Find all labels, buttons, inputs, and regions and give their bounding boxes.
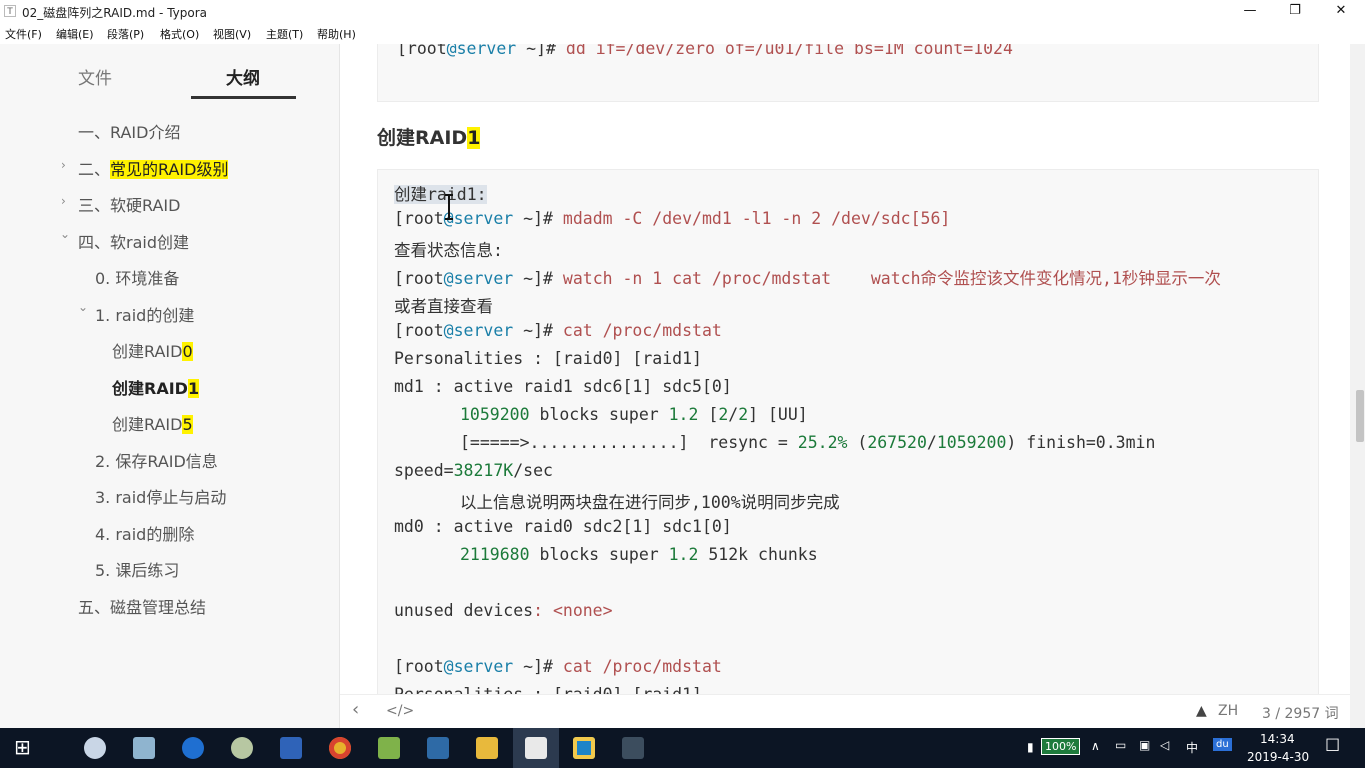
app-icon-4[interactable] bbox=[231, 737, 253, 759]
code-line: 2119680 blocks super 1.2 512k chunks bbox=[460, 545, 818, 564]
chevron-down-icon[interactable]: ⌄ bbox=[78, 300, 88, 314]
typora-icon[interactable] bbox=[525, 737, 547, 759]
file-explorer-icon[interactable] bbox=[476, 737, 498, 759]
outline-item-raid-intro[interactable]: 一、RAID介绍 bbox=[78, 119, 180, 143]
code-line: 创建raid1: bbox=[394, 185, 487, 204]
chevron-right-icon[interactable]: › bbox=[61, 158, 66, 172]
edge-browser-icon[interactable] bbox=[182, 737, 204, 759]
windows-start-icon[interactable]: ⊞ bbox=[14, 735, 31, 759]
typora-taskbar-slot[interactable] bbox=[513, 728, 559, 768]
window-title: 02_磁盘阵列之RAID.md - Typora bbox=[22, 6, 207, 20]
network-icon[interactable]: ▭ bbox=[1115, 738, 1126, 752]
tab-outline[interactable]: 大纲 bbox=[226, 64, 260, 89]
language-indicator[interactable]: ZH bbox=[1218, 703, 1238, 719]
code-line: [root@server ~]# cat /proc/mdstat bbox=[394, 321, 722, 340]
maximize-button[interactable]: ❐ bbox=[1272, 0, 1318, 22]
code-block-dd[interactable]: [root@server ~]# dd if=/dev/zero of=/u01… bbox=[377, 44, 1319, 102]
code-line: md1 : active raid1 sdc6[1] sdc5[0] bbox=[394, 377, 732, 396]
app-icon-2[interactable] bbox=[133, 737, 155, 759]
menu-help[interactable]: 帮助(H) bbox=[317, 26, 356, 42]
typora-app-icon: T bbox=[4, 5, 16, 17]
code-line: [root@server ~]# mdadm -C /dev/md1 -l1 -… bbox=[394, 209, 951, 228]
outline-item-soft-raid-create[interactable]: 四、软raid创建 bbox=[78, 229, 189, 253]
outline-item-create-raid0[interactable]: 创建RAID0 bbox=[112, 338, 193, 362]
code-line: [root@server ~]# watch -n 1 cat /proc/md… bbox=[394, 269, 1221, 288]
outline-item-env-prep[interactable]: 0. 环境准备 bbox=[95, 265, 179, 289]
outline-item-exercise[interactable]: 5. 课后练习 bbox=[95, 557, 179, 581]
app-icon-11[interactable] bbox=[573, 737, 595, 759]
app-icon-8[interactable] bbox=[427, 737, 449, 759]
menu-file[interactable]: 文件(F) bbox=[5, 26, 42, 42]
code-line: speed=38217K/sec bbox=[394, 461, 553, 480]
vertical-scrollbar[interactable] bbox=[1350, 44, 1365, 728]
outline-item-save-raid-info[interactable]: 2. 保存RAID信息 bbox=[95, 448, 218, 472]
volume-icon[interactable]: ◁ bbox=[1160, 738, 1169, 752]
notepad-icon[interactable] bbox=[378, 737, 400, 759]
menu-bar: 文件(F) 编辑(E) 段落(P) 格式(O) 视图(V) 主题(T) 帮助(H… bbox=[0, 22, 1365, 44]
outline-item-disk-summary[interactable]: 五、磁盘管理总结 bbox=[78, 594, 206, 618]
code-line: unused devices: <none> bbox=[394, 601, 613, 620]
chevron-down-icon[interactable]: ⌄ bbox=[60, 227, 70, 241]
ime-indicator[interactable]: 中 bbox=[1186, 739, 1198, 756]
code-line: Personalities : [raid0] [raid1] bbox=[394, 685, 702, 694]
sidebar: 文件 大纲 一、RAID介绍 › 二、常见的RAID级别 › 三、软硬RAID … bbox=[0, 44, 340, 728]
menu-paragraph[interactable]: 段落(P) bbox=[107, 26, 144, 42]
power-plug-icon: ▮ bbox=[1027, 740, 1034, 754]
chrome-icon[interactable] bbox=[329, 737, 351, 759]
code-line: [root@server ~]# cat /proc/mdstat bbox=[394, 657, 722, 676]
outline-item-raid-levels[interactable]: 二、常见的RAID级别 bbox=[78, 156, 229, 180]
battery-indicator[interactable]: 100% bbox=[1041, 738, 1081, 755]
code-line: md0 : active raid0 sdc2[1] sdc1[0] bbox=[394, 517, 732, 536]
code-line: [root@server ~]# dd if=/dev/zero of=/u01… bbox=[397, 44, 1013, 58]
word-count[interactable]: 3 / 2957 词 bbox=[1262, 703, 1339, 723]
clock-time[interactable]: 14:34 bbox=[1260, 732, 1295, 746]
outline-item-soft-hard-raid[interactable]: 三、软硬RAID bbox=[78, 192, 180, 216]
chevron-right-icon[interactable]: › bbox=[61, 194, 66, 208]
title-bar: T 02_磁盘阵列之RAID.md - Typora — ❐ ✕ bbox=[0, 0, 1365, 22]
menu-edit[interactable]: 编辑(E) bbox=[56, 26, 94, 42]
warning-icon[interactable]: ▲ bbox=[1196, 703, 1207, 719]
section-heading-raid1: 创建RAID1 bbox=[377, 127, 481, 149]
code-line: Personalities : [raid0] [raid1] bbox=[394, 349, 702, 368]
source-code-toggle-icon[interactable]: </> bbox=[386, 703, 414, 719]
tray-expand-icon[interactable]: ∧ bbox=[1091, 739, 1100, 753]
menu-view[interactable]: 视图(V) bbox=[213, 26, 251, 42]
taskbar: ⊞ ▮ 100% ∧ ▭ ▣ ◁ 中 du 14:34 2019-4-30 ☐ bbox=[0, 728, 1365, 768]
menu-theme[interactable]: 主题(T) bbox=[266, 26, 303, 42]
display-icon[interactable]: ▣ bbox=[1139, 738, 1150, 752]
back-icon[interactable]: ‹ bbox=[352, 699, 359, 720]
scrollbar-thumb[interactable] bbox=[1356, 390, 1364, 442]
text-cursor-icon bbox=[445, 194, 453, 220]
code-line: 查看状态信息: bbox=[394, 241, 503, 260]
code-line: 1059200 blocks super 1.2 [2/2] [UU] bbox=[460, 405, 808, 424]
status-bar: ‹ </> ▲ ZH 3 / 2957 词 bbox=[340, 694, 1350, 729]
outline-item-raid-delete[interactable]: 4. raid的删除 bbox=[95, 521, 194, 545]
outline-item-raid-stop-start[interactable]: 3. raid停止与启动 bbox=[95, 484, 226, 508]
menu-format[interactable]: 格式(O) bbox=[160, 26, 199, 42]
editor-pane[interactable]: [root@server ~]# dd if=/dev/zero of=/u01… bbox=[340, 44, 1350, 694]
outline-item-create-raid5[interactable]: 创建RAID5 bbox=[112, 411, 193, 435]
screenshot-tool-icon[interactable] bbox=[622, 737, 644, 759]
outline-item-create-raid1[interactable]: 创建RAID1 bbox=[112, 375, 200, 399]
baidu-ime-icon[interactable]: du bbox=[1213, 738, 1232, 751]
notification-icon[interactable]: ☐ bbox=[1325, 736, 1340, 756]
code-block-raid1[interactable]: 创建raid1: [root@server ~]# mdadm -C /dev/… bbox=[377, 169, 1319, 694]
code-line: [=====>...............] resync = 25.2% (… bbox=[460, 433, 1156, 452]
tab-files[interactable]: 文件 bbox=[78, 64, 112, 89]
minimize-button[interactable]: — bbox=[1227, 0, 1273, 22]
outline-item-raid-create[interactable]: 1. raid的创建 bbox=[95, 302, 194, 326]
vmware-icon[interactable] bbox=[280, 737, 302, 759]
code-line: 或者直接查看 bbox=[394, 297, 493, 316]
code-line: 以上信息说明两块盘在进行同步,100%说明同步完成 bbox=[460, 493, 840, 512]
app-icon-1[interactable] bbox=[84, 737, 106, 759]
clock-date[interactable]: 2019-4-30 bbox=[1247, 750, 1309, 764]
close-button[interactable]: ✕ bbox=[1318, 0, 1364, 22]
active-tab-indicator bbox=[191, 96, 296, 99]
